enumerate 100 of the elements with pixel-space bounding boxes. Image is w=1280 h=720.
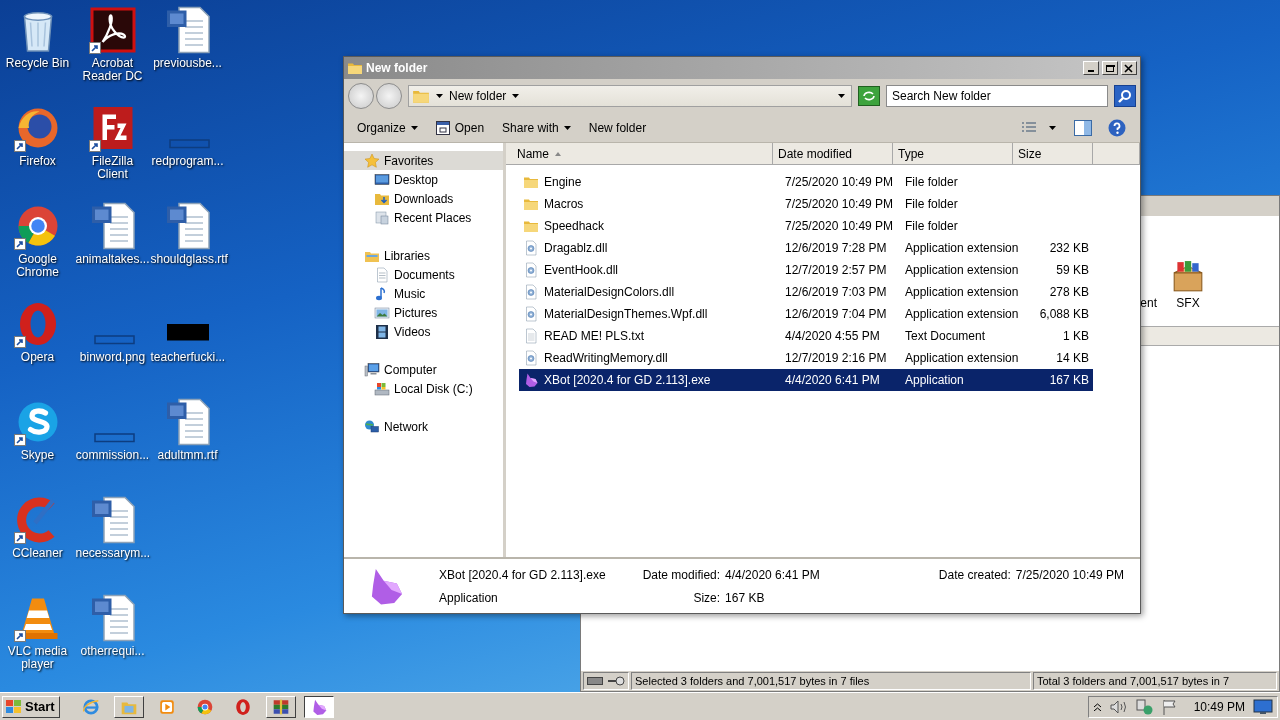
taskbar-button[interactable] [303,695,334,718]
status-text: Selected 3 folders and 7,001,517 bytes in 7 files [631,672,1031,690]
help-icon[interactable] [1108,118,1126,137]
details-value: 7/25/2020 10:49 PM [1015,566,1125,584]
close-icon [1124,63,1134,73]
file-size: 278 KB [1048,284,1090,301]
nav-item[interactable]: Pictures [344,303,503,322]
column-header[interactable]: Date modified [773,143,893,165]
caret-icon [436,94,443,98]
icon-label: Google Chrome [15,253,60,279]
search-field[interactable]: Search New folder [886,85,1108,107]
file-date: 7/25/2020 10:49 PM [784,218,895,235]
minimize-button[interactable] [1083,61,1099,75]
caret-icon [838,94,845,98]
details-value: 4/4/2020 6:41 PM [725,566,821,584]
icon-label: Skype [19,449,56,462]
file-row[interactable]: MaterialDesignThemes.Wpf.dll 12/6/2019 7:04 PM Application extension 6,088 KB [519,303,1093,325]
settings-file-icon [523,306,539,322]
close-button[interactable] [1121,61,1137,75]
sort-arrow-icon [555,151,561,156]
icon-label: redprogram... [150,155,225,168]
preview-pane-icon[interactable] [1074,119,1092,136]
nav-item[interactable]: Libraries [344,246,503,265]
toolbar-label[interactable]: SFX [1176,294,1200,312]
toolbar-button[interactable]: Share with [495,116,578,139]
start-button[interactable]: Start [2,695,60,718]
file-size: 59 KB [1055,262,1090,279]
icon-label: FileZilla Client [90,155,135,181]
back-button[interactable] [348,83,374,109]
column-header[interactable]: Size [1013,143,1093,165]
nav-item[interactable]: Favorites [344,151,503,170]
icon-label: commission... [75,449,150,462]
toolbar-button[interactable]: New folder [581,116,654,139]
file-row[interactable]: READ ME! PLS.txt 4/4/2020 4:55 PM Text Document 1 KB [519,325,1093,347]
file-type: Application extension [904,240,1020,257]
browser-icon [195,697,214,716]
toolbar-button[interactable]: Open [428,116,492,139]
speaker-icon[interactable] [1109,699,1128,714]
details-label: Date modified: [641,566,721,584]
nav-item[interactable]: Local Disk (C:) [344,379,503,398]
file-size: 14 KB [1055,350,1090,367]
file-name: ReadWritingMemory.dll [544,350,668,367]
file-type: Application [904,372,965,389]
nav-item[interactable]: Videos [344,322,503,341]
nav-item[interactable]: Desktop [344,170,503,189]
show-desktop-icon[interactable] [1253,698,1273,715]
flag-icon[interactable] [1161,698,1178,715]
file-row[interactable]: Engine 7/25/2020 10:49 PM File folder [519,171,1093,193]
maximize-button[interactable] [1102,61,1118,75]
windows-logo-icon [5,698,23,715]
app-icon [523,372,539,388]
file-row[interactable]: ReadWritingMemory.dll 12/7/2019 2:16 PM Application extension 14 KB [519,347,1093,369]
drive-icon [587,677,603,685]
file-date: 4/4/2020 4:55 PM [784,328,881,345]
file-date: 4/4/2020 6:41 PM [784,372,881,389]
file-date: 7/25/2020 10:49 PM [784,196,895,213]
search-button[interactable] [1114,85,1136,107]
breadcrumb-item[interactable]: New folder [449,87,507,105]
file-date: 7/25/2020 10:49 PM [784,174,895,191]
nav-item[interactable]: Computer [344,360,503,379]
recent-places-icon [374,209,390,226]
document-icon [374,266,390,283]
file-date: 12/6/2019 7:28 PM [784,240,888,257]
nav-item[interactable]: Recent Places [344,208,503,227]
details-label: Size: [692,589,721,607]
column-header[interactable]: Type [893,143,1013,165]
nav-item[interactable]: Network [344,417,503,436]
pdf-reader-icon[interactable] [88,6,137,54]
file-type: Application extension [904,284,1020,301]
star-icon [364,152,380,169]
file-row[interactable]: XBot [2020.4 for GD 2.113].exe 4/4/2020 6:41 PM Application 167 KB [519,369,1093,391]
forward-button[interactable] [376,83,402,109]
file-type: File folder [904,218,959,235]
file-row[interactable]: MaterialDesignColors.dll 12/6/2019 7:03 PM Application extension 278 KB [519,281,1093,303]
chevron-up-icon[interactable] [1092,702,1102,711]
details-value: 167 KB [725,589,766,607]
window-title: New folder [366,60,429,77]
address-bar[interactable]: New folder [408,85,852,107]
status-text: Total 3 folders and 7,001,517 bytes in 7 [1033,672,1277,690]
icon-label: Recycle Bin [4,57,71,70]
nav-item[interactable]: Music [344,284,503,303]
file-name: Macros [544,196,584,213]
settings-file-icon [523,350,539,366]
refresh-button[interactable] [858,86,880,106]
icon-label: otherrequi... [79,645,146,658]
file-row[interactable]: Macros 7/25/2020 10:49 PM File folder [519,193,1093,215]
column-header[interactable]: Name [506,143,773,165]
toolbar-button[interactable]: Organize [350,116,425,139]
picture-icon [374,304,390,321]
caret-icon [1049,125,1056,130]
file-row[interactable]: EventHook.dll 12/7/2019 2:57 PM Application extension 59 KB [519,259,1093,281]
icon-label: previousbe... [152,57,223,70]
nav-item[interactable]: Downloads [344,189,503,208]
nav-item[interactable]: Documents [344,265,503,284]
toolbar-label[interactable]: ent [1140,294,1157,312]
file-date: 12/7/2019 2:16 PM [784,350,888,367]
archive-icon[interactable] [1171,260,1205,294]
caret-icon [512,94,520,98]
file-row[interactable]: Dragablz.dll 12/6/2019 7:28 PM Application extension 232 KB [519,237,1093,259]
file-row[interactable]: Speedhack 7/25/2020 10:49 PM File folder [519,215,1093,237]
